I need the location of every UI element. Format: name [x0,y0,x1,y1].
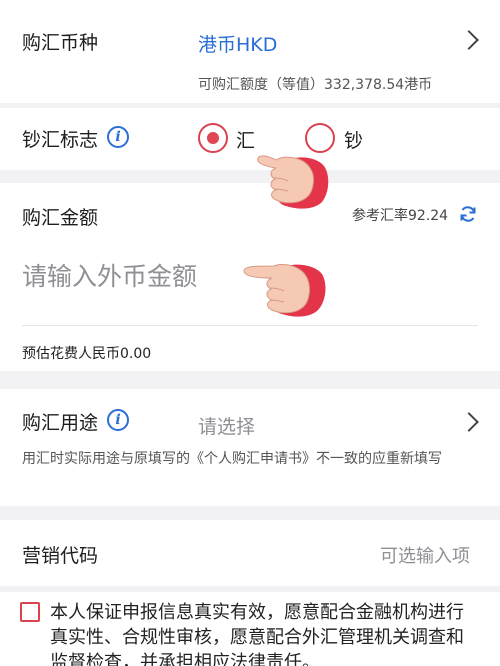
agreement-card: 本人保证申报信息真实有效，愿意配合金融机构进行真实性、合规性审核，愿意配合外汇管… [0,592,500,666]
reference-rate: 参考汇率92.24 [352,208,449,224]
estimate-text: 预估花费人民币0.00 [22,346,152,362]
amount-input[interactable]: 请输入外币金额 [22,257,197,293]
info-icon[interactable]: i [107,126,129,148]
purpose-label: 购汇用途 [22,412,99,434]
purpose-note: 用汇时实际用途与原填写的《个人购汇申请书》不一致的应重新填写 [22,451,442,467]
pointing-hand-icon [243,263,326,317]
marketing-label: 营销代码 [22,545,99,567]
currency-card[interactable]: 购汇币种 港币HKD 可购汇额度（等值）332,378.54港币 [0,0,500,103]
amount-divider [22,325,478,326]
radio-hui[interactable] [198,123,228,153]
refresh-icon[interactable] [458,204,478,224]
purpose-card: 购汇用途 i 请选择 用汇时实际用途与原填写的《个人购汇申请书》不一致的应重新填… [0,389,500,506]
chevron-right-icon[interactable] [459,412,479,432]
marketing-input[interactable]: 可选输入项 [380,542,470,568]
marketing-card[interactable]: 营销代码 可选输入项 [0,520,500,586]
currency-label: 购汇币种 [22,32,99,54]
agreement-text: 本人保证申报信息真实有效，愿意配合金融机构进行真实性、合规性审核，愿意配合外汇管… [50,602,464,666]
info-icon[interactable]: i [107,409,129,431]
amount-label: 购汇金额 [22,207,99,229]
purpose-select[interactable]: 请选择 [198,412,255,439]
quota-text: 可购汇额度（等值）332,378.54港币 [198,77,433,93]
radio-chao-label: 钞 [344,130,364,152]
agreement-checkbox[interactable] [20,602,40,622]
pointing-hand-icon [257,155,329,209]
chevron-right-icon[interactable] [459,30,479,50]
currency-value[interactable]: 港币HKD [198,30,277,57]
cash-flag-label: 钞汇标志 [22,129,99,151]
